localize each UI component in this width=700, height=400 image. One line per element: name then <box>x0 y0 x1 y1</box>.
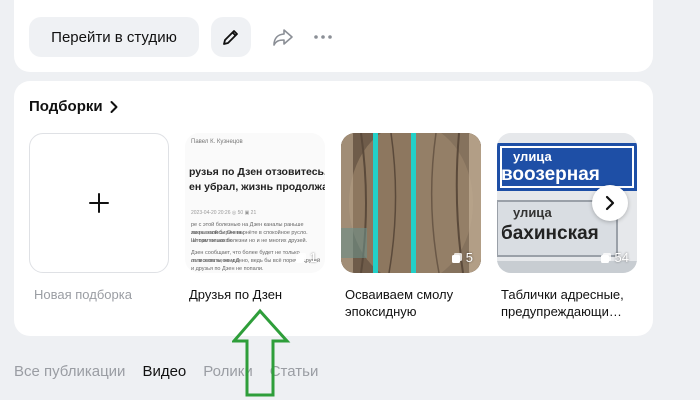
annotation-up-arrow-icon <box>232 308 291 397</box>
chevron-right-icon <box>110 100 118 113</box>
stack-icon <box>451 252 462 263</box>
collection-label-epoxy[interactable]: Осваиваем смолу эпоксидную <box>345 286 485 320</box>
sign-2-name: бахинская <box>501 223 599 244</box>
share-arrow-icon <box>273 29 293 46</box>
collection-tile-epoxy[interactable]: 5 <box>341 133 481 273</box>
pencil-icon <box>223 30 238 45</box>
share-button[interactable] <box>268 24 298 50</box>
sign-2-prefix: улица <box>513 205 552 220</box>
collection-tile-friends[interactable]: Павел К. Кузнецов рузья по Дзен отзовите… <box>185 133 325 273</box>
thumb-headline-2: ен убрал, жизнь продолжает <box>189 181 325 193</box>
carousel-next-button[interactable] <box>592 185 628 221</box>
more-dots-icon <box>314 35 332 39</box>
collection-label-signs[interactable]: Таблички адресные, предупреждающи… <box>501 286 646 320</box>
new-collection-tile[interactable] <box>29 133 169 273</box>
plus-icon <box>89 193 109 213</box>
more-options-button[interactable] <box>311 24 335 50</box>
item-count-badge: 5 <box>451 250 473 265</box>
tab-all-publications[interactable]: Все публикации <box>14 363 125 380</box>
item-count: 1 <box>309 250 317 265</box>
open-studio-button[interactable]: Перейти в студию <box>29 17 199 57</box>
thumb-para: не так только болезни но и не многих дру… <box>191 238 308 244</box>
item-count: 54 <box>614 250 629 265</box>
collections-header[interactable]: Подборки <box>29 98 119 115</box>
thumb-headline-1: рузья по Дзен отзовитесь. Бот <box>189 166 325 178</box>
collections-card: Подборки Новая подборка Павел К. Кузнецо… <box>14 81 653 336</box>
sign-1-name: воозерная <box>501 164 600 185</box>
stack-icon <box>295 252 306 263</box>
edit-button[interactable] <box>211 17 251 57</box>
tab-video[interactable]: Видео <box>142 363 186 380</box>
thumb-para: и друзья по Дзен не попали. <box>191 266 264 272</box>
collection-label-friends[interactable]: Друзья по Дзен <box>189 286 282 303</box>
thumb-author: Павел К. Кузнецов <box>191 139 243 145</box>
item-count: 5 <box>465 250 473 265</box>
channel-actions-card: Перейти в студию <box>14 0 653 72</box>
thumb-meta: 2023-04-20 20:26 ◎ 50 ▣ 21 <box>191 210 257 216</box>
new-collection-label: Новая подборка <box>34 287 132 302</box>
stack-icon <box>600 252 611 263</box>
collections-title: Подборки <box>29 98 103 115</box>
item-count-badge: 54 <box>600 250 629 265</box>
chevron-right-icon <box>605 195 615 211</box>
sign-1-prefix: улица <box>513 149 552 164</box>
item-count-badge: 1 <box>295 250 317 265</box>
